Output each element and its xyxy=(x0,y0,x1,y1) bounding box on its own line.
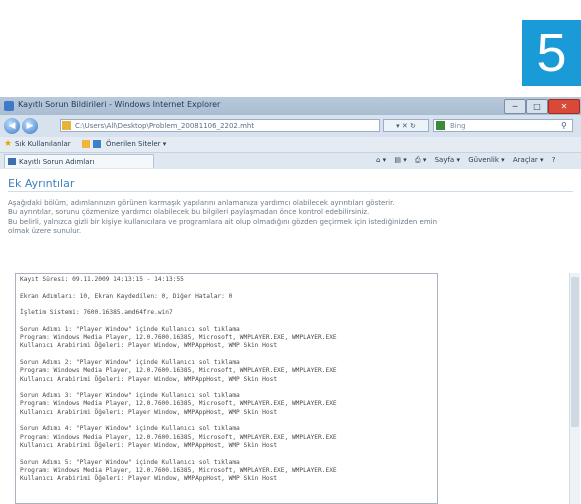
page-content: Ek Ayrıntılar Aşağıdaki bölüm, adımların… xyxy=(0,169,581,504)
address-bar[interactable]: C:\Users\All\Desktop\Problem_20081106_22… xyxy=(60,119,380,132)
title-bar: Kayıtlı Sorun Bildirileri - Windows Inte… xyxy=(0,97,581,115)
print-icon[interactable]: ⎙ ▾ xyxy=(415,156,426,164)
suggested-sites-icon xyxy=(93,140,101,148)
navigation-bar: ◀ ▶ C:\Users\All\Desktop\Problem_2008110… xyxy=(0,115,581,137)
back-button[interactable]: ◀ xyxy=(4,118,20,134)
window-title: Kayıtlı Sorun Bildirileri - Windows Inte… xyxy=(18,100,221,109)
description-paragraph: Aşağıdaki bölüm, adımlarınızın görünen k… xyxy=(8,199,395,207)
search-provider-icon xyxy=(436,121,445,130)
page-title: Ek Ayrıntılar xyxy=(8,177,75,190)
details-textarea[interactable]: Kayıt Süresi: 09.11.2009 14:13:15 - 14:1… xyxy=(15,273,438,504)
details-log: Kayıt Süresi: 09.11.2009 14:13:15 - 14:1… xyxy=(20,276,337,483)
page-file-icon xyxy=(62,121,71,130)
description-paragraph: Bu belirli, yalnızca gizli bir kişiye ku… xyxy=(8,217,438,235)
page-menu[interactable]: Sayfa ▾ xyxy=(435,156,460,164)
feeds-icon[interactable]: ▤ ▾ xyxy=(394,156,406,164)
suggested-sites-link[interactable]: Önerilen Siteler ▾ xyxy=(106,140,166,148)
favorites-bar: ★ Sık Kullanılanlar Önerilen Siteler ▾ xyxy=(0,137,581,153)
tools-menu[interactable]: Araçlar ▾ xyxy=(513,156,544,164)
safety-menu[interactable]: Güvenlik ▾ xyxy=(468,156,504,164)
tab-page-icon xyxy=(8,158,16,165)
tab-recorded-steps[interactable]: Kayıtlı Sorun Adımları xyxy=(4,154,154,168)
home-icon[interactable]: ⌂ ▾ xyxy=(376,156,386,164)
tab-bar: Kayıtlı Sorun Adımları ⌂ ▾ ▤ ▾ ⎙ ▾ Sayfa… xyxy=(0,153,581,169)
refresh-stop-controls[interactable]: ▾ ✕ ↻ xyxy=(383,119,429,132)
browser-window: Kayıtlı Sorun Bildirileri - Windows Inte… xyxy=(0,97,581,504)
scrollbar-thumb[interactable] xyxy=(571,277,579,427)
help-icon[interactable]: ? xyxy=(552,156,556,164)
favorites-button[interactable]: Sık Kullanılanlar xyxy=(15,140,71,148)
vertical-scrollbar[interactable] xyxy=(569,273,580,504)
title-divider xyxy=(8,191,573,192)
search-icon[interactable]: ⚲ xyxy=(561,121,567,130)
description-text: Aşağıdaki bölüm, adımlarınızın görünen k… xyxy=(8,199,438,236)
ie-app-icon xyxy=(4,101,14,111)
step-number-badge: 5 xyxy=(522,20,581,86)
minimize-button[interactable]: ─ xyxy=(504,99,526,114)
close-button[interactable]: ✕ xyxy=(548,99,580,114)
description-paragraph: Bu ayrıntılar, sorunu çözmenize yardımcı… xyxy=(8,208,370,217)
forward-button[interactable]: ▶ xyxy=(22,118,38,134)
favorites-star-icon[interactable]: ★ xyxy=(4,139,12,149)
add-favorite-icon[interactable] xyxy=(82,140,90,148)
maximize-button[interactable]: □ xyxy=(526,99,548,114)
command-bar: ⌂ ▾ ▤ ▾ ⎙ ▾ Sayfa ▾ Güvenlik ▾ Araçlar ▾… xyxy=(376,156,561,165)
search-input[interactable]: Bing xyxy=(433,119,573,132)
tab-label: Kayıtlı Sorun Adımları xyxy=(19,158,95,166)
